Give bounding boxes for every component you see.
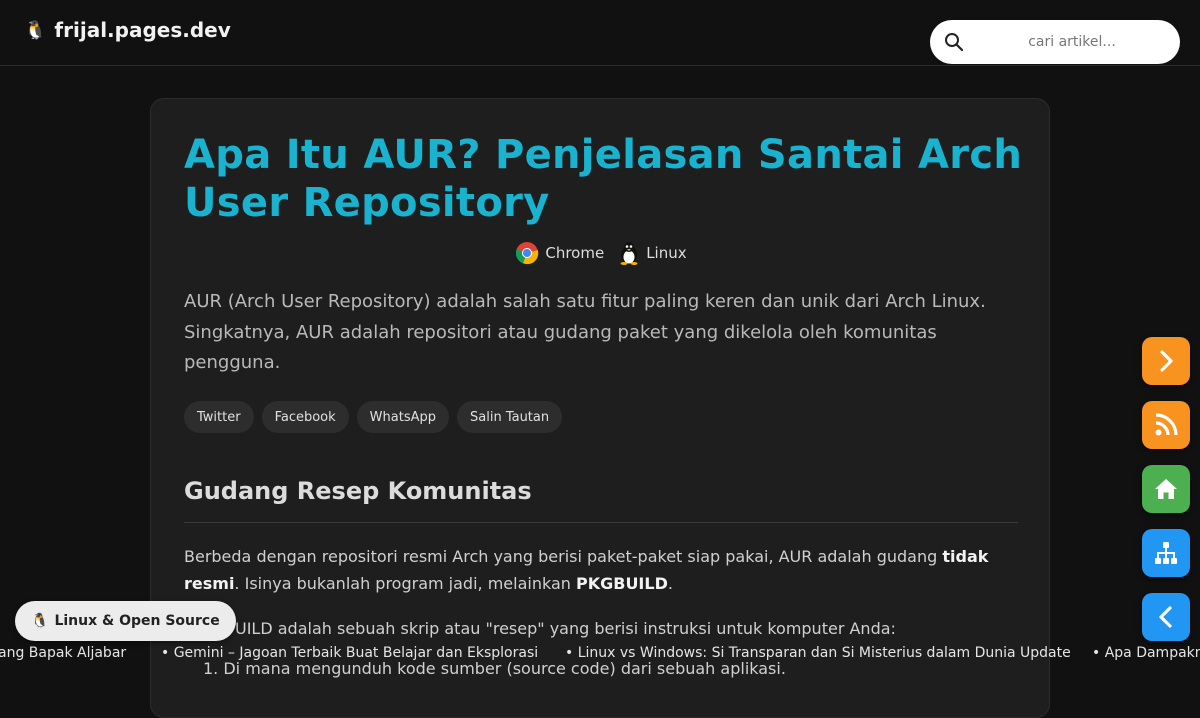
meta-browser-label: Chrome <box>545 244 605 262</box>
section-heading: Gudang Resep Komunitas <box>184 477 532 505</box>
share-twitter-button[interactable]: Twitter <box>184 401 254 433</box>
search-box[interactable] <box>930 20 1180 64</box>
heading-divider <box>184 522 1018 523</box>
meta-browser: Chrome <box>515 241 604 265</box>
share-facebook-button[interactable]: Facebook <box>261 401 349 433</box>
tux-icon <box>620 242 638 265</box>
next-article-button[interactable] <box>1142 337 1190 385</box>
top-bar: 🐧 frijal.pages.dev <box>0 0 1200 66</box>
sitemap-icon <box>1155 542 1177 564</box>
search-input[interactable] <box>974 28 1170 56</box>
ticker-item[interactable]: • Apa Dampakn <box>1092 645 1200 661</box>
rss-icon <box>1155 413 1178 436</box>
chevron-left-icon <box>1159 606 1172 628</box>
paragraph-1: Berbeda dengan repositori resmi Arch yan… <box>184 547 989 593</box>
article-title: Apa Itu AUR? Penjelasan Santai Arch User… <box>184 132 1023 226</box>
site-brand-link[interactable]: 🐧 frijal.pages.dev <box>24 18 231 42</box>
news-ticker: ang Bapak Aljabar • Gemini – Jagoan Terb… <box>0 643 1200 665</box>
rss-feed-button[interactable] <box>1142 401 1190 449</box>
article-meta: Chrome Linux <box>151 241 1051 265</box>
ticker-item[interactable]: • Gemini – Jagoan Terbaik Buat Belajar d… <box>161 645 538 661</box>
category-label: Linux & Open Source <box>54 613 220 629</box>
category-badge[interactable]: 🐧 Linux & Open Source <box>15 601 236 641</box>
chrome-icon <box>516 242 539 265</box>
bold-text: PKGBUILD <box>575 574 668 593</box>
meta-os-label: Linux <box>646 244 687 262</box>
home-icon <box>1155 479 1177 499</box>
tux-icon: 🐧 <box>24 19 47 41</box>
home-button[interactable] <box>1142 465 1190 513</box>
back-button[interactable] <box>1142 593 1190 641</box>
ticker-item[interactable]: • Linux vs Windows: Si Transparan dan Si… <box>565 645 1071 661</box>
ticker-item[interactable]: ang Bapak Aljabar <box>0 645 126 661</box>
meta-os: Linux <box>618 241 687 265</box>
sitemap-button[interactable] <box>1142 529 1190 577</box>
paragraph-2: UILD adalah sebuah skrip atau "resep" ya… <box>235 619 896 638</box>
site-name: frijal.pages.dev <box>54 18 231 42</box>
share-whatsapp-button[interactable]: WhatsApp <box>356 401 449 433</box>
chevron-right-icon <box>1160 350 1173 372</box>
tux-icon: 🐧 <box>31 613 49 629</box>
share-bar: Twitter Facebook WhatsApp Salin Tautan <box>184 401 563 433</box>
article-intro: AUR (Arch User Repository) adalah salah … <box>184 291 986 373</box>
search-icon[interactable] <box>944 32 964 52</box>
copy-link-button[interactable]: Salin Tautan <box>457 401 563 433</box>
article-card: Apa Itu AUR? Penjelasan Santai Arch User… <box>150 98 1050 718</box>
